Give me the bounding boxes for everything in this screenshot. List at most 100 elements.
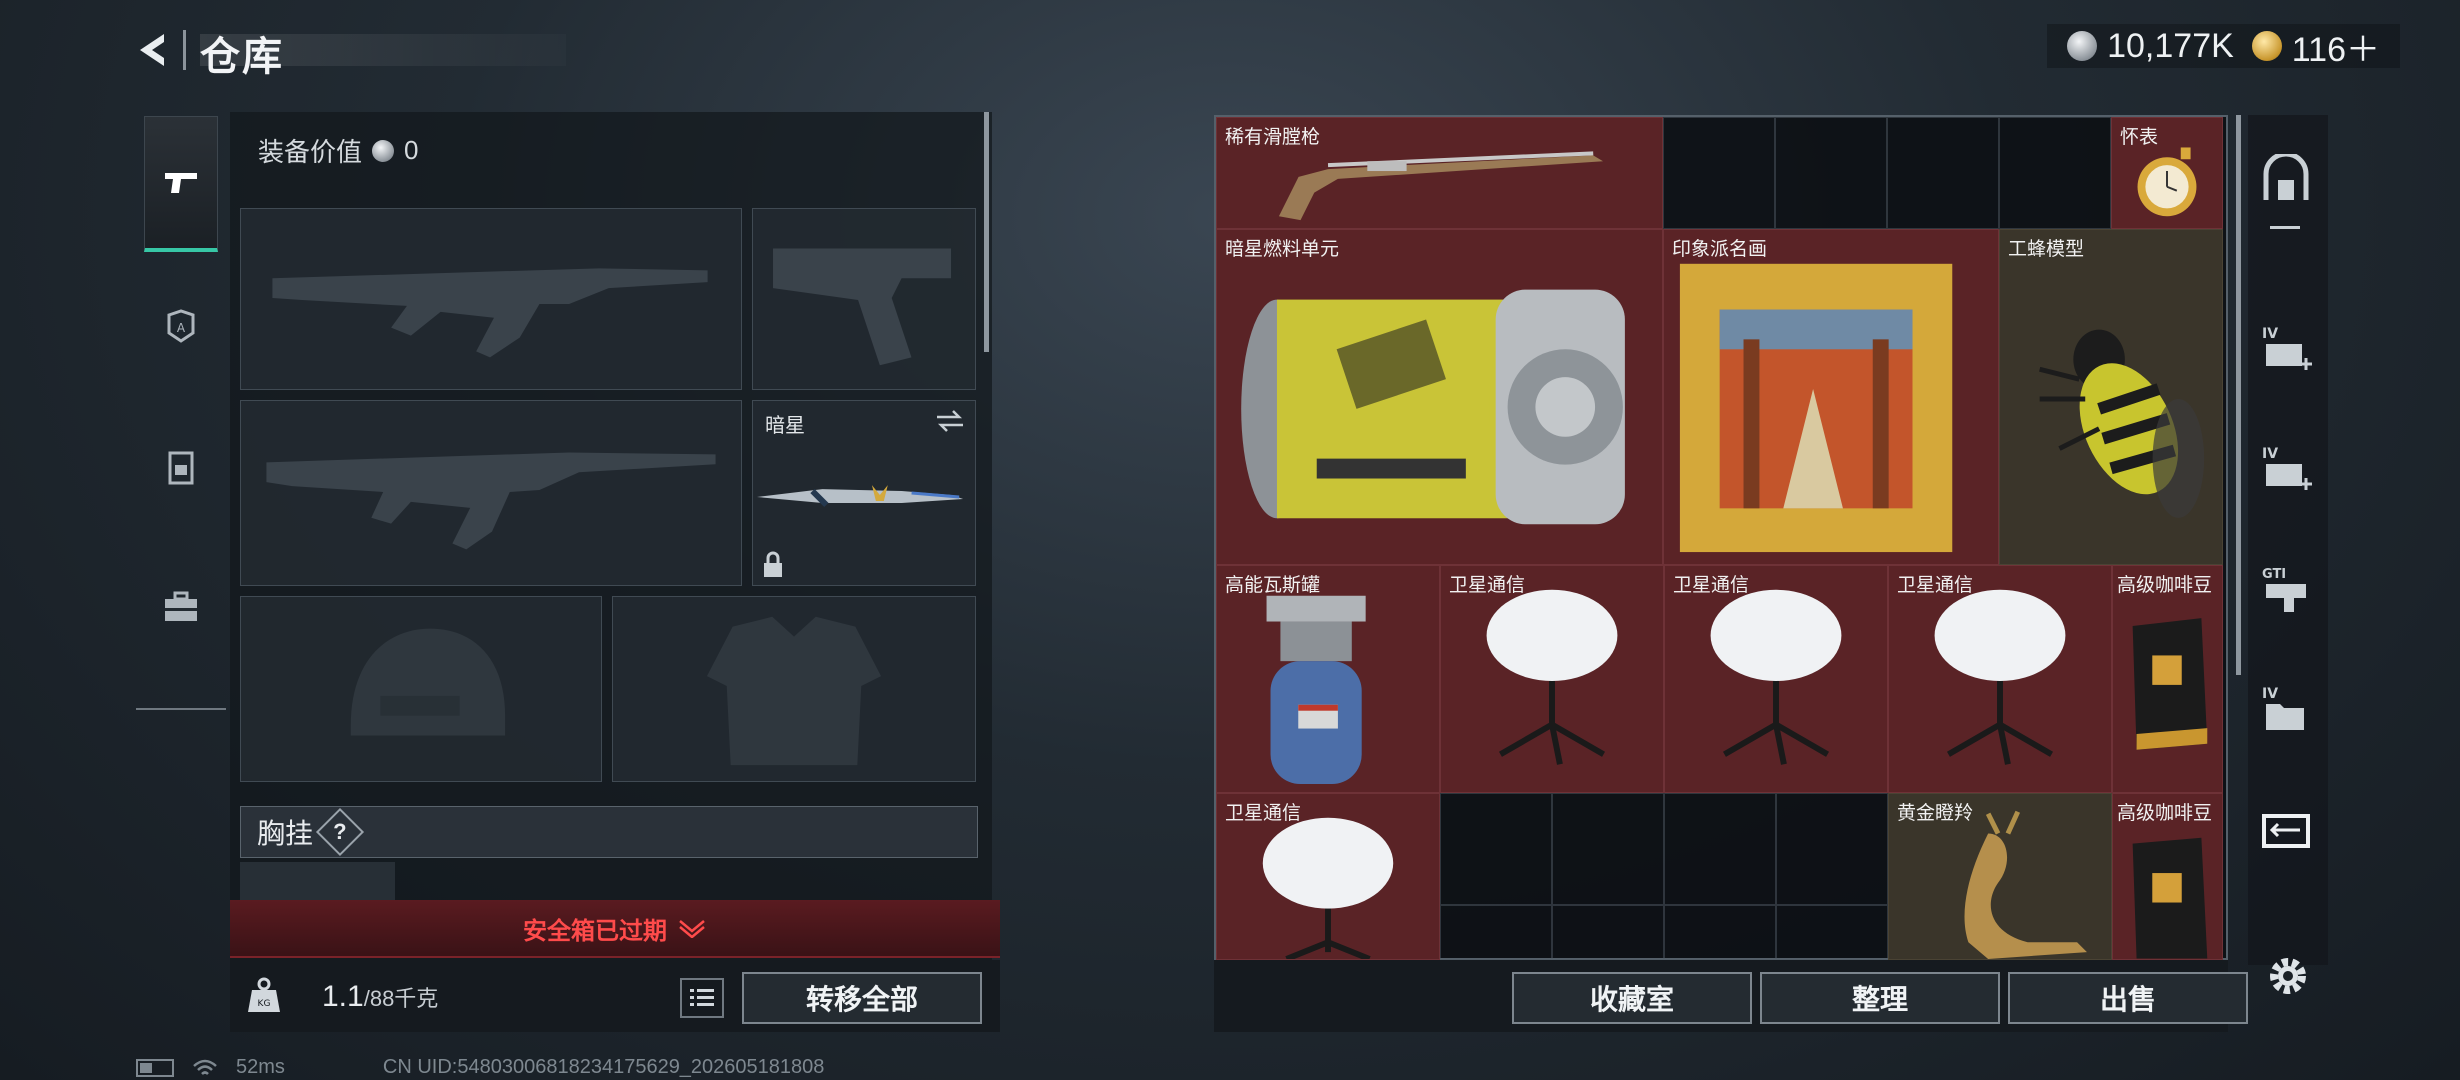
page-title: 仓库 (200, 35, 284, 79)
iv-medkit-icon: IV (2262, 446, 2312, 490)
empty-cell[interactable] (1664, 905, 1776, 960)
svg-text:A: A (177, 321, 186, 335)
ping-readout: 52ms (236, 1056, 285, 1078)
list-view-button[interactable] (680, 978, 724, 1018)
empty-cell[interactable] (1999, 117, 2111, 229)
chest-rig-slot[interactable] (240, 862, 395, 902)
currency-gold[interactable]: 116＋ (2251, 22, 2380, 71)
empty-cell[interactable] (1776, 905, 1888, 960)
tab-iv-ammo[interactable]: IV (2256, 320, 2316, 380)
help-icon[interactable]: ? (315, 807, 365, 857)
silver-coin-icon (372, 139, 395, 162)
body-armor-slot[interactable] (612, 596, 976, 782)
uid-readout: CN UID:54803006818234175629_202605181808 (382, 1056, 825, 1078)
toolbox-icon (165, 591, 197, 621)
rail-item-toolbox[interactable] (136, 542, 226, 672)
empty-cell[interactable] (1440, 793, 1552, 905)
equipment-value-label: 装备价值 (258, 137, 363, 167)
item-worker-bee-model[interactable]: 工蜂模型 (1999, 229, 2223, 565)
item-label: 工蜂模型 (2008, 239, 2085, 260)
item-satellite-comm[interactable]: 卫星通信 (1888, 565, 2112, 793)
battery-icon (136, 1058, 174, 1077)
sort-button[interactable]: 整理 (1760, 972, 2000, 1024)
equipment-scrollbar[interactable] (984, 112, 989, 352)
primary-weapon-slot[interactable] (240, 208, 742, 390)
svg-text:IV: IV (2262, 326, 2278, 342)
rail-item-armor[interactable]: A (136, 262, 226, 392)
item-label: 高级咖啡豆 (2117, 575, 2213, 596)
melee-slot-label: 暗星 (765, 415, 805, 437)
coffee-bag-icon (2132, 618, 2208, 750)
item-high-energy-gas-canister[interactable]: 高能瓦斯罐 (1216, 565, 1440, 793)
swap-icon[interactable] (935, 409, 965, 433)
storage-scrollbar[interactable] (2236, 115, 2241, 675)
empty-cell[interactable] (1552, 793, 1664, 905)
item-golden-gazelle[interactable]: 黄金瞪羚 (1888, 793, 2112, 960)
safebox-expired-banner[interactable]: 安全箱已过期 (230, 900, 1000, 958)
satellite-dish-icon (1486, 589, 1618, 765)
tab-gti[interactable]: GTI (2256, 560, 2316, 620)
chest-rig-row[interactable]: 胸挂 ? (240, 806, 978, 858)
empty-cell[interactable] (1887, 117, 1999, 229)
item-satellite-comm[interactable]: 卫星通信 (1216, 793, 1440, 960)
collection-room-button[interactable]: 收藏室 (1512, 972, 1752, 1024)
equipment-value: 装备价值 0 (258, 132, 418, 169)
svg-text:IV: IV (2262, 686, 2278, 702)
helmet-slot[interactable] (240, 596, 602, 782)
painting-icon (1679, 263, 1953, 553)
gold-amount: 116＋ (2291, 30, 2380, 69)
tab-iv-folder[interactable]: IV (2256, 680, 2316, 740)
weight-max: /88千克 (363, 986, 439, 1011)
rail-item-backpack[interactable] (136, 402, 226, 532)
empty-cell[interactable] (1775, 117, 1887, 229)
sidearm-slot[interactable] (752, 208, 976, 390)
back-arrow-icon (140, 34, 164, 66)
melee-slot[interactable]: 暗星 (752, 400, 976, 586)
tab-collection[interactable] (2256, 800, 2316, 860)
chevron-down-icon (679, 920, 705, 938)
item-premium-coffee-beans[interactable]: 高级咖啡豆 (2112, 793, 2223, 960)
secondary-weapon-slot[interactable] (240, 400, 742, 586)
empty-cell[interactable] (1663, 117, 1775, 229)
equipment-value-amount: 0 (404, 135, 419, 165)
empty-cell[interactable] (1776, 793, 1888, 905)
svg-text:IV: IV (2262, 446, 2278, 462)
fuel-cell-icon (1241, 289, 1625, 525)
lock-icon (764, 551, 782, 577)
iv-folder-icon: IV (2262, 686, 2304, 730)
rail-item-weapons[interactable] (144, 116, 218, 252)
tab-iv-medkit[interactable]: IV (2256, 440, 2316, 500)
pistol-icon (165, 172, 197, 193)
item-satellite-comm[interactable]: 卫星通信 (1664, 565, 1888, 793)
item-label: 卫星通信 (1449, 575, 1526, 596)
wifi-icon (193, 1059, 217, 1075)
item-rare-musket[interactable]: 稀有滑膛枪 (1216, 117, 1663, 229)
empty-cell[interactable] (1664, 793, 1776, 905)
back-button[interactable] (132, 28, 176, 72)
tab-safehouse[interactable] (2256, 150, 2316, 210)
satellite-dish-icon (1710, 589, 1842, 765)
sell-button[interactable]: 出售 (2008, 972, 2248, 1024)
tab-weapon-case[interactable] (2256, 226, 2316, 256)
system-status-row: 52ms CN UID:54803006818234175629_2026051… (136, 1056, 824, 1079)
item-pocket-watch[interactable]: 怀表 (2111, 117, 2223, 229)
helmet-silhouette-icon (350, 628, 506, 736)
item-label: 印象派名画 (1672, 239, 1768, 260)
svg-text:GTI: GTI (2262, 567, 2286, 582)
item-label: 卫星通信 (1897, 575, 1974, 596)
transfer-all-button[interactable]: 转移全部 (742, 972, 982, 1024)
empty-cell[interactable] (1440, 905, 1552, 960)
settings-button[interactable] (2262, 950, 2314, 1002)
item-premium-coffee-beans[interactable]: 高级咖啡豆 (2112, 565, 2223, 793)
empty-cell[interactable] (1552, 905, 1664, 960)
item-impressionist-painting[interactable]: 印象派名画 (1663, 229, 1999, 565)
item-dark-star-fuel-cell[interactable]: 暗星燃料单元 (1216, 229, 1663, 565)
currency-silver[interactable]: 10,177K (2067, 27, 2234, 66)
gti-gun-icon: GTI (2262, 567, 2306, 612)
silver-coin-icon (2067, 31, 2098, 61)
rail-divider (136, 708, 226, 710)
gas-canister-icon (1266, 595, 1366, 785)
item-satellite-comm[interactable]: 卫星通信 (1440, 565, 1664, 793)
bee-model-icon (2039, 329, 2205, 518)
weight-button[interactable]: KG (240, 972, 288, 1020)
